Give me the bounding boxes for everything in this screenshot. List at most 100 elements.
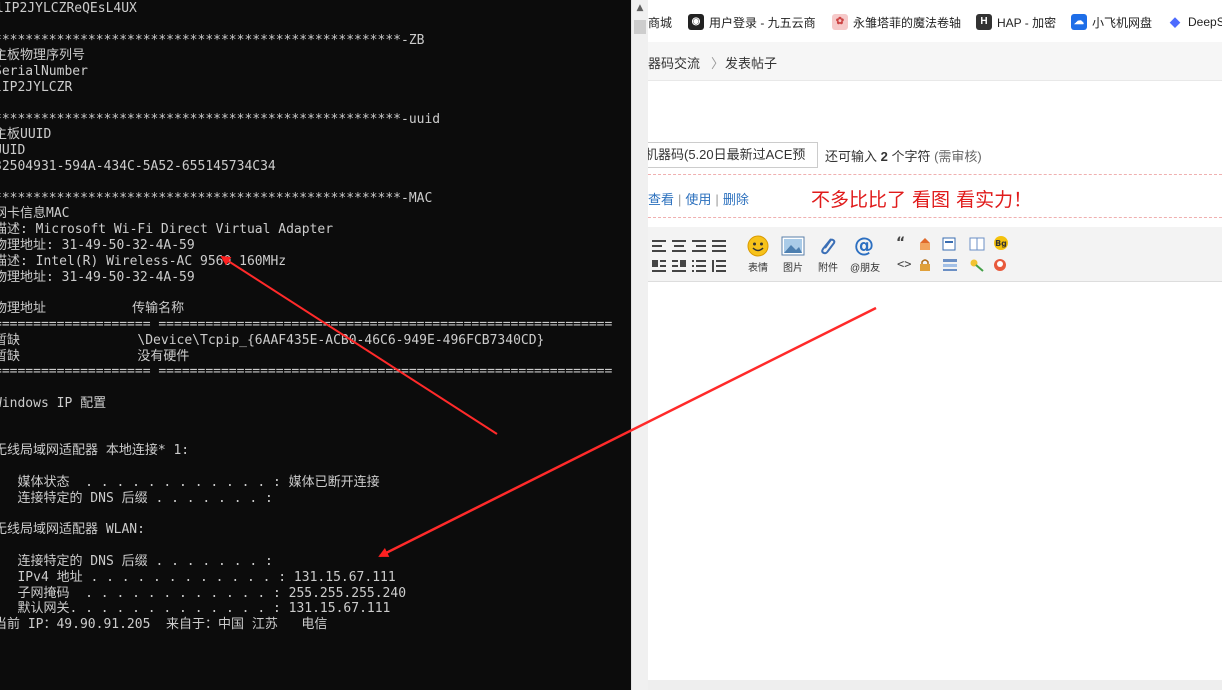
- attachment-button[interactable]: 附件: [814, 235, 842, 274]
- quote-icon[interactable]: “: [896, 235, 910, 251]
- float-right-icon[interactable]: [672, 257, 686, 272]
- console-line: 子网掩码 . . . . . . . . . . . . : 255.255.2…: [0, 585, 407, 601]
- remain-suffix: 个字符: [887, 149, 935, 164]
- bookmark-shop[interactable]: 商城: [648, 13, 672, 31]
- console-line: 当前 IP：49.90.91.205 来自于：中国 江苏 电信: [0, 617, 328, 633]
- post-title-row: 机器码(5.20日最新过ACE预 还可输入 2 个字符 (需审核): [648, 142, 1222, 168]
- console-line: lIP2JYLCZR: [0, 80, 73, 95]
- link-separator: |: [715, 192, 719, 207]
- console-line: lIP2JYLCZReQEsL4UX: [0, 1, 137, 16]
- view-link[interactable]: 查看: [648, 192, 674, 207]
- image-button[interactable]: 图片: [779, 235, 807, 274]
- console-line: ==================== ===================…: [0, 364, 613, 380]
- console-line: 物理地址: 31-49-50-32-4A-59: [0, 269, 195, 285]
- at-sign-icon: @: [852, 233, 876, 257]
- bookmark-cloud-drive[interactable]: ☁ 小飞机网盘: [1071, 13, 1152, 31]
- bookmark-label: 商城: [648, 15, 673, 30]
- console-line: 物理地址: 31-49-50-32-4A-59: [0, 238, 195, 253]
- breadcrumb-forum[interactable]: 器码交流: [648, 53, 700, 72]
- baidu-icon[interactable]: Bg: [993, 235, 1009, 251]
- console-line: 无线局域网适配器 WLAN:: [0, 522, 145, 538]
- console-line: 无线局域网适配器 本地连接* 1:: [0, 443, 190, 459]
- emoji-button[interactable]: 表情: [744, 235, 772, 274]
- columns-icon[interactable]: [969, 236, 985, 251]
- console-line: 32504931-594A-434C-5A52-655145734C34: [0, 159, 276, 174]
- console-line: 描述: Microsoft Wi-Fi Direct Virtual Adapt…: [0, 222, 334, 238]
- console-line: 暂缺 没有硬件: [0, 348, 190, 364]
- console-line: 连接特定的 DNS 后缀 . . . . . . . :: [0, 490, 273, 506]
- bookmark-label: HAP - 加密: [997, 15, 1057, 30]
- console-line: 网卡信息MAC: [0, 206, 70, 222]
- console-line: 暂缺 \Device\Tcpip_{6AAF435E-ACB0-46C6-949…: [0, 332, 545, 348]
- code-block-icon[interactable]: [942, 236, 956, 251]
- bookmark-95yun-login[interactable]: ◉ 用户登录 - 九五云商: [688, 13, 816, 31]
- mention-button[interactable]: @ @朋友: [850, 233, 881, 274]
- attachment-label: 附件: [818, 263, 838, 274]
- image-icon: [781, 235, 805, 257]
- link-separator: |: [678, 192, 682, 207]
- scroll-thumb[interactable]: [634, 20, 646, 34]
- remain-count: 2: [880, 149, 888, 164]
- breadcrumb-new-post[interactable]: 发表帖子: [725, 53, 777, 72]
- command-prompt-window: lIP2JYLCZReQEsL4UX **********************…: [0, 0, 631, 690]
- delete-link[interactable]: 删除: [723, 192, 749, 207]
- browser-window: 商城 ◉ 用户登录 - 九五云商 ✿ 永雏塔菲的魔法卷轴 H HAP - 加密 …: [648, 0, 1222, 690]
- bookmark-magic-scroll[interactable]: ✿ 永雏塔菲的魔法卷轴: [832, 13, 961, 31]
- smiley-icon: [746, 235, 770, 257]
- bookmark-hap[interactable]: H HAP - 加密: [976, 13, 1056, 31]
- breadcrumb: 器码交流 〉 发表帖子: [648, 42, 1222, 81]
- post-title-input[interactable]: 机器码(5.20日最新过ACE预: [648, 142, 818, 168]
- image-label: 图片: [783, 263, 803, 274]
- code-tag-icon[interactable]: <>: [897, 257, 911, 271]
- bookmark-label: 小飞机网盘: [1092, 15, 1153, 30]
- bookmark-label: 永雏塔菲的魔法卷轴: [853, 15, 962, 30]
- console-line: IPv4 地址 . . . . . . . . . . . . : 131.15…: [0, 569, 396, 585]
- table-icon[interactable]: [918, 236, 932, 250]
- editor-bottom-edge: [648, 680, 1222, 690]
- tag-links: 查看 | 使用 | 删除: [648, 189, 749, 208]
- console-scrollbar[interactable]: ▲: [631, 0, 648, 690]
- avatar-icon[interactable]: [993, 257, 1007, 271]
- console-line: 连接特定的 DNS 后缀 . . . . . . . :: [0, 554, 273, 569]
- paperclip-icon: [816, 235, 840, 257]
- review-note: (需审核): [934, 149, 982, 164]
- remain-prefix: 还可输入: [825, 149, 881, 164]
- console-line: 物理地址 传输名称: [0, 301, 185, 317]
- penguin-icon: ◉: [688, 14, 704, 30]
- bookmark-label: 用户登录 - 九五云商: [709, 15, 816, 30]
- tag-row: 查看 | 使用 | 删除 不多比比了 看图 看实力！: [648, 174, 1222, 218]
- use-link[interactable]: 使用: [685, 192, 711, 207]
- align-right-icon[interactable]: [692, 237, 706, 252]
- hide-content-icon[interactable]: [918, 257, 932, 271]
- align-left-icon[interactable]: [652, 237, 666, 252]
- console-line: 主板UUID: [0, 127, 52, 143]
- bookmarks-bar: 商城 ◉ 用户登录 - 九五云商 ✿ 永雏塔菲的魔法卷轴 H HAP - 加密 …: [648, 0, 1222, 42]
- console-line: ==================== ===================…: [0, 317, 613, 332]
- svg-text:@: @: [854, 235, 874, 257]
- align-justify-icon[interactable]: [712, 237, 726, 252]
- mention-label: @朋友: [850, 263, 881, 274]
- console-line: ****************************************…: [0, 190, 433, 206]
- console-line: 描述: Intel(R) Wireless-AC 9560 160MHz: [0, 253, 287, 269]
- pig-icon: ✿: [832, 14, 848, 30]
- console-line: 媒体状态 . . . . . . . . . . . . : 媒体已断开连接: [0, 475, 380, 490]
- unordered-list-icon[interactable]: [712, 257, 726, 272]
- ordered-list-icon[interactable]: [692, 257, 706, 272]
- bookmark-label: DeepS: [1188, 15, 1222, 29]
- hap-icon: H: [976, 14, 992, 30]
- insert-row-icon[interactable]: [942, 257, 958, 271]
- emoji-label: 表情: [748, 263, 768, 274]
- console-line: 主板物理序列号: [0, 48, 86, 64]
- console-line: UUID: [0, 143, 26, 159]
- breadcrumb-separator: 〉: [711, 56, 725, 71]
- key-icon[interactable]: [969, 257, 985, 272]
- scroll-up-arrow-icon[interactable]: ▲: [632, 0, 648, 16]
- remaining-chars-hint: 还可输入 2 个字符 (需审核): [825, 146, 982, 165]
- console-line: Windows IP 配置: [0, 396, 107, 411]
- post-slogan: 不多比比了 看图 看实力！: [811, 189, 1033, 211]
- cloud-drive-icon: ☁: [1071, 14, 1087, 30]
- bookmark-deepseek[interactable]: ◆ DeepS: [1167, 13, 1222, 31]
- float-left-icon[interactable]: [652, 257, 666, 272]
- align-center-icon[interactable]: [672, 237, 686, 252]
- deepseek-icon: ◆: [1167, 14, 1183, 30]
